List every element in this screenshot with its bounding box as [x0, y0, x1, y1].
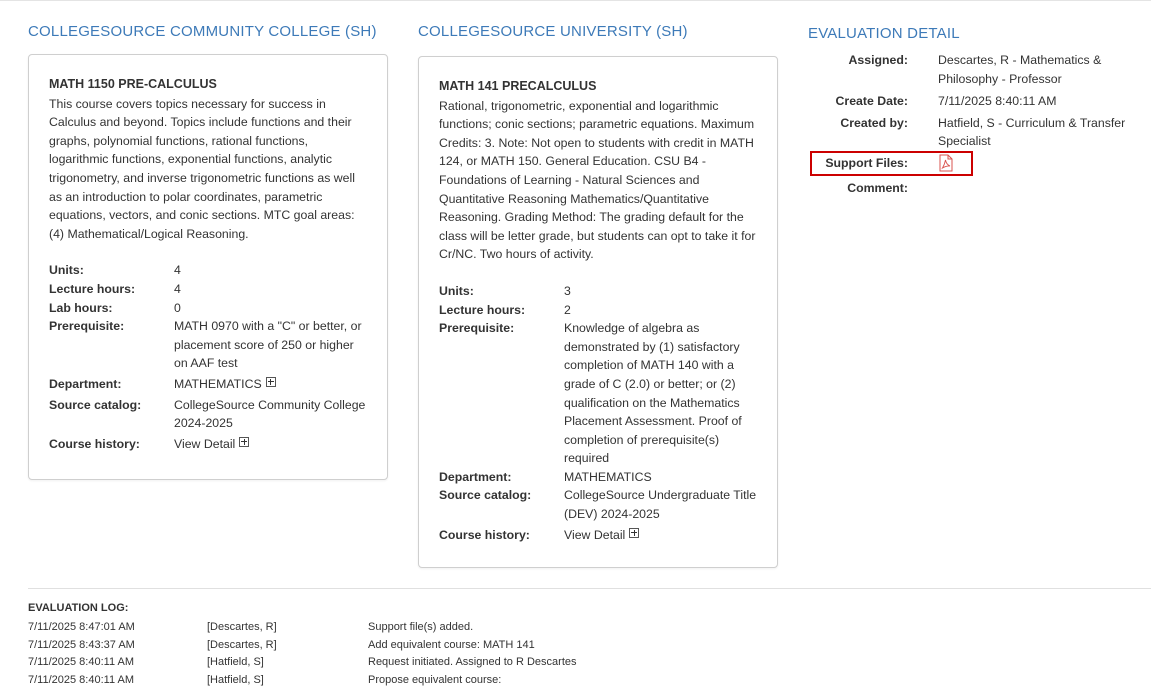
- source-institution-heading: COLLEGESOURCE COMMUNITY COLLEGE (SH): [28, 23, 377, 40]
- prerequisite-value: Knowledge of algebra as demonstrated by …: [564, 321, 742, 466]
- units-row: Units: 3: [439, 282, 757, 301]
- department-row: Department: MATHEMATICS: [49, 375, 367, 394]
- units-label: Units:: [439, 283, 474, 298]
- lecture-hours-label: Lecture hours:: [439, 302, 526, 317]
- lecture-hours-value: 4: [174, 281, 181, 296]
- log-user: [Descartes, R]: [207, 621, 277, 633]
- evaluation-log-heading: EVALUATION LOG:: [28, 602, 129, 614]
- units-label: Units:: [49, 263, 84, 278]
- expand-plus-icon[interactable]: [239, 436, 250, 447]
- lab-hours-value: 0: [174, 300, 181, 315]
- source-catalog-label: Source catalog:: [49, 397, 142, 412]
- log-timestamp: 7/11/2025 8:47:01 AM: [28, 621, 135, 633]
- department-label: Department:: [49, 376, 122, 391]
- log-message: Request initiated. Assigned to R Descart…: [368, 656, 577, 668]
- expand-plus-icon[interactable]: [629, 527, 640, 538]
- created-by-value: Hatfield, S - Curriculum & Transfer Spec…: [938, 115, 1126, 149]
- evaluation-log-table: 7/11/2025 8:47:01 AM [Descartes, R] Supp…: [28, 619, 768, 689]
- course-history-label: Course history:: [439, 527, 530, 542]
- lab-hours-row: Lab hours: 0: [49, 299, 367, 318]
- target-course-card: MATH 141 PRECALCULUS Rational, trigonome…: [418, 56, 778, 568]
- log-entry: 7/11/2025 8:43:37 AM [Descartes, R] Add …: [28, 637, 768, 655]
- prerequisite-value: MATH 0970 with a "C" or better, or place…: [174, 319, 362, 371]
- course-title: MATH 141 PRECALCULUS: [439, 79, 597, 93]
- evaluation-detail-heading: EVALUATION DETAIL: [808, 25, 960, 42]
- log-message: Add equivalent course: MATH 141: [368, 638, 535, 651]
- units-row: Units: 4: [49, 261, 367, 280]
- course-history-label: Course history:: [49, 436, 140, 451]
- units-value: 4: [174, 263, 181, 278]
- course-history-row: Course history: View Detail: [49, 435, 367, 454]
- course-title: MATH 1150 PRE-CALCULUS: [49, 77, 217, 91]
- course-history-row: Course history: View Detail: [439, 526, 757, 545]
- source-catalog-value: CollegeSource Undergraduate Title (DEV) …: [564, 488, 757, 522]
- department-text: MATHEMATICS: [174, 376, 262, 391]
- department-label: Department:: [439, 469, 512, 484]
- support-files-highlight-box: [810, 151, 973, 176]
- log-divider: [28, 588, 1151, 589]
- log-entry: 7/11/2025 8:40:11 AM [Hatfield, S] Reque…: [28, 654, 768, 672]
- log-message: Support file(s) added.: [368, 621, 474, 633]
- lab-hours-label: Lab hours:: [49, 300, 113, 315]
- log-user: [Hatfield, S]: [207, 656, 264, 668]
- top-divider: [0, 0, 1151, 1]
- evaluation-detail-panel: Assigned: Descartes, R - Mathematics & P…: [808, 51, 1148, 201]
- log-user: [Descartes, R]: [207, 638, 277, 651]
- comment-row: Comment:: [808, 179, 1148, 198]
- prerequisite-label: Prerequisite:: [49, 319, 125, 334]
- course-description: Rational, trigonometric, exponential and…: [439, 98, 756, 262]
- log-timestamp: 7/11/2025 8:40:11 AM: [28, 656, 135, 668]
- view-detail-link[interactable]: View Detail: [564, 528, 625, 542]
- created-by-label: Created by:: [840, 115, 908, 130]
- lecture-hours-label: Lecture hours:: [49, 281, 136, 296]
- comment-value: [938, 179, 1138, 198]
- log-message: Propose equivalent course:: [368, 673, 502, 686]
- log-timestamp: 7/11/2025 8:40:11 AM: [28, 673, 135, 686]
- log-user: [Hatfield, S]: [207, 673, 264, 686]
- log-entry: 7/11/2025 8:47:01 AM [Descartes, R] Supp…: [28, 619, 768, 637]
- create-date-row: Create Date: 7/11/2025 8:40:11 AM: [808, 92, 1148, 111]
- assigned-label: Assigned:: [848, 53, 908, 67]
- lecture-hours-row: Lecture hours: 4: [49, 280, 367, 299]
- source-catalog-label: Source catalog:: [439, 488, 532, 503]
- prerequisite-label: Prerequisite:: [439, 321, 515, 336]
- course-history-value: View Detail: [174, 435, 367, 454]
- create-date-label: Create Date:: [835, 93, 908, 108]
- log-timestamp: 7/11/2025 8:43:37 AM: [28, 638, 135, 651]
- source-catalog-value: CollegeSource Community College 2024-202…: [174, 397, 366, 431]
- comment-label: Comment:: [847, 181, 908, 196]
- target-institution-heading: COLLEGESOURCE UNIVERSITY (SH): [418, 23, 688, 40]
- assigned-row: Assigned: Descartes, R - Mathematics & P…: [808, 51, 1148, 88]
- units-value: 3: [564, 283, 571, 298]
- course-history-value: View Detail: [564, 526, 757, 545]
- expand-plus-icon[interactable]: [265, 376, 276, 387]
- department-row: Department: MATHEMATICS: [439, 468, 757, 487]
- lecture-hours-row: Lecture hours: 2: [439, 301, 757, 320]
- create-date-value: 7/11/2025 8:40:11 AM: [938, 93, 1057, 108]
- department-value: MATHEMATICS: [174, 375, 367, 394]
- created-by-row: Created by: Hatfield, S - Curriculum & T…: [808, 114, 1148, 151]
- log-entry: 7/11/2025 8:40:11 AM [Hatfield, S] Propo…: [28, 672, 768, 690]
- department-value: MATHEMATICS: [564, 469, 652, 484]
- source-catalog-row: Source catalog: CollegeSource Undergradu…: [439, 486, 757, 523]
- lecture-hours-value: 2: [564, 302, 571, 317]
- source-course-card: MATH 1150 PRE-CALCULUS This course cover…: [28, 54, 388, 480]
- view-detail-link[interactable]: View Detail: [174, 437, 235, 451]
- course-description: This course covers topics necessary for …: [49, 96, 355, 241]
- source-catalog-row: Source catalog: CollegeSource Community …: [49, 396, 367, 433]
- assigned-value: Descartes, R - Mathematics & Philosophy …: [938, 53, 1102, 86]
- prerequisite-row: Prerequisite: Knowledge of algebra as de…: [439, 319, 757, 468]
- prerequisite-row: Prerequisite: MATH 0970 with a "C" or be…: [49, 317, 367, 373]
